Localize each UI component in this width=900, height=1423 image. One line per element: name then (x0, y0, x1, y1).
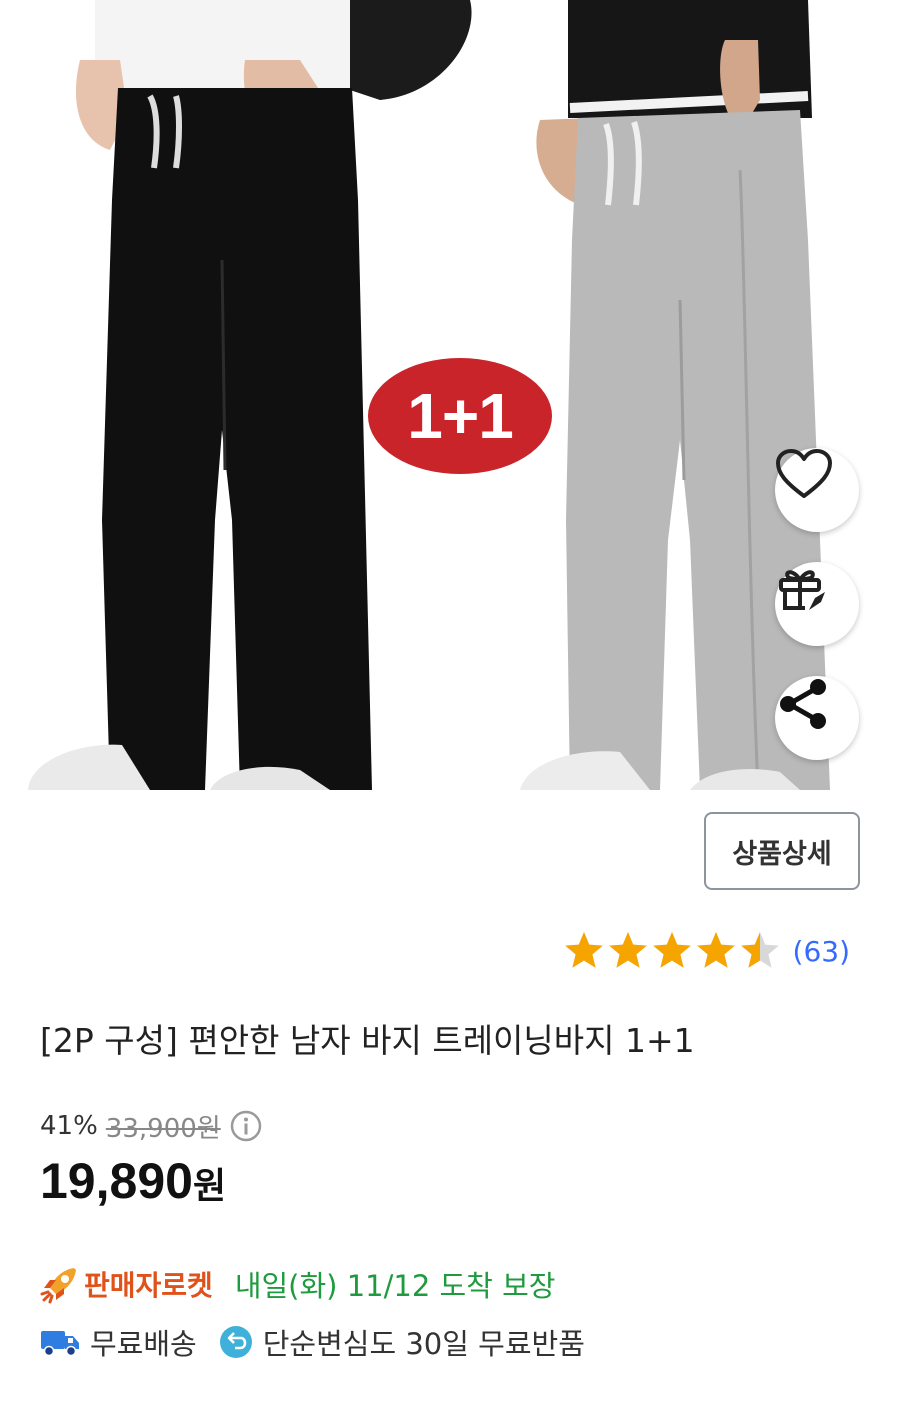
product-title: [2P 구성] 편안한 남자 바지 트레이닝바지 1+1 (40, 1021, 695, 1060)
rocket-icon (40, 1268, 76, 1304)
return-icon (219, 1326, 252, 1358)
wishlist-button[interactable] (775, 448, 859, 532)
product-detail-button[interactable]: 상품상세 (704, 812, 860, 890)
delivery-row: 판매자로켓 내일(화) 11/12 도착 보장 (40, 1262, 555, 1306)
rating-star (695, 930, 737, 972)
share-button[interactable] (775, 676, 859, 760)
info-icon[interactable] (229, 1109, 263, 1143)
sale-price-unit: 원 (192, 1166, 227, 1207)
rating-star (607, 930, 649, 972)
free-return-label: 단순변심도 30일 무료반품 (262, 1327, 585, 1361)
truck-icon (41, 1331, 79, 1357)
sale-price-number: 19,890 (40, 1153, 193, 1209)
share-icon (780, 679, 826, 729)
free-shipping-label: 무료배송 (90, 1327, 197, 1361)
perks-row: 무료배송 단순변심도 30일 무료반품 (40, 1320, 585, 1364)
gift-button[interactable] (775, 562, 859, 646)
heart-icon (776, 449, 832, 498)
rocket-delivery-label: 판매자로켓 (84, 1269, 213, 1302)
original-price: 33,900원 (105, 1113, 221, 1144)
review-count[interactable]: (63) (793, 935, 850, 968)
rating-star (739, 930, 781, 972)
rating-star (651, 930, 693, 972)
rating[interactable]: (63) (563, 928, 850, 974)
arrival-guarantee: 내일(화) 11/12 도착 보장 (234, 1269, 556, 1303)
price-row: 41% 33,900원 (40, 1106, 263, 1146)
discount-rate: 41% (40, 1111, 98, 1141)
sale-price: 19,890원 (40, 1152, 226, 1210)
product-image[interactable]: 1+1 (0, 0, 900, 790)
rating-star (563, 930, 605, 972)
gift-icon (779, 570, 825, 610)
promo-badge: 1+1 (368, 358, 552, 474)
star-rating (563, 930, 781, 972)
